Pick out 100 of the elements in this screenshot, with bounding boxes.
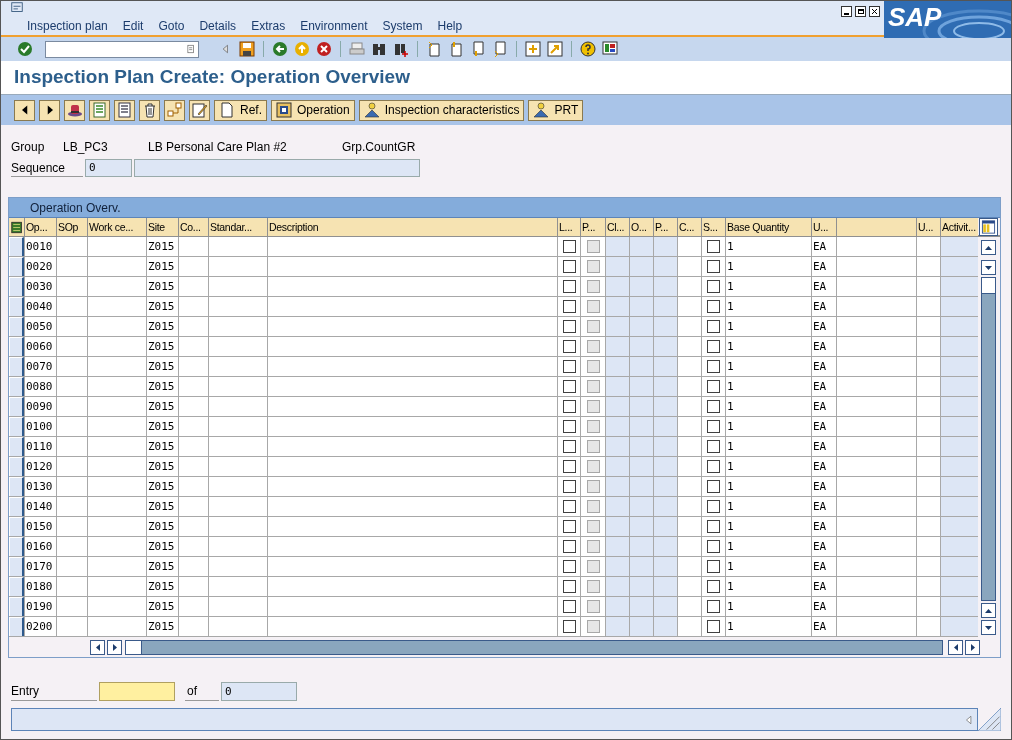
checkbox[interactable] (707, 280, 720, 293)
toolbar-button[interactable]: Inspection characteristics (358, 99, 525, 121)
toolbar-button[interactable] (139, 99, 160, 121)
checkbox[interactable] (562, 580, 576, 593)
scroll-left-button[interactable] (90, 639, 105, 655)
checkbox[interactable] (707, 300, 720, 313)
row-selector[interactable] (9, 577, 24, 596)
row-selector[interactable] (9, 457, 24, 476)
select-all-button[interactable] (9, 218, 24, 236)
row-selector[interactable] (9, 597, 24, 616)
scroll-down-button[interactable] (981, 260, 996, 275)
checkbox[interactable] (562, 620, 576, 633)
checkbox[interactable] (562, 500, 576, 513)
checkbox[interactable] (562, 300, 576, 313)
checkbox[interactable] (562, 560, 576, 573)
scroll-right-button[interactable] (107, 639, 122, 655)
menu-item[interactable]: Edit (122, 17, 144, 35)
column-header[interactable]: Cl... (605, 218, 629, 236)
checkbox[interactable] (707, 440, 720, 453)
row-selector[interactable] (9, 437, 24, 456)
entry-field[interactable] (99, 682, 175, 701)
column-header[interactable]: SOp (56, 218, 87, 236)
column-header[interactable]: Work ce... (87, 218, 146, 236)
checkbox[interactable] (707, 540, 720, 553)
vertical-scrollbar[interactable] (979, 237, 998, 637)
column-header[interactable]: Standar... (208, 218, 267, 236)
checkbox[interactable] (562, 540, 576, 553)
save-button[interactable] (237, 39, 257, 59)
checkbox[interactable] (707, 400, 720, 413)
toolbar-button[interactable] (14, 99, 35, 121)
scroll-up-button[interactable] (981, 603, 996, 618)
new-session-button[interactable] (523, 39, 543, 59)
checkbox[interactable] (562, 280, 576, 293)
checkbox[interactable] (707, 340, 720, 353)
column-header[interactable]: Activit... (940, 218, 978, 236)
toolbar-button[interactable]: PRT (528, 99, 584, 121)
menu-item[interactable]: Inspection plan (27, 17, 108, 35)
command-field[interactable] (45, 40, 199, 58)
scroll-left-button[interactable] (948, 639, 963, 655)
help-button[interactable] (578, 39, 598, 59)
row-selector[interactable] (9, 377, 24, 396)
checkbox[interactable] (562, 260, 576, 273)
back-button[interactable] (270, 39, 290, 59)
horizontal-scrollbar[interactable] (125, 639, 943, 655)
toolbar-button[interactable]: Operation (271, 99, 355, 121)
checkbox[interactable] (562, 600, 576, 613)
menu-item[interactable]: Environment (300, 17, 368, 35)
row-selector[interactable] (9, 317, 24, 336)
checkbox[interactable] (707, 240, 720, 253)
scroll-down-button[interactable] (981, 620, 996, 635)
shortcut-button[interactable] (545, 39, 565, 59)
checkbox[interactable] (707, 360, 720, 373)
checkbox[interactable] (707, 420, 720, 433)
column-header[interactable]: L... (557, 218, 580, 236)
checkbox[interactable] (707, 500, 720, 513)
row-selector[interactable] (9, 617, 24, 636)
column-settings-button[interactable] (979, 218, 998, 236)
row-selector[interactable] (9, 357, 24, 376)
checkbox[interactable] (707, 480, 720, 493)
checkbox[interactable] (707, 460, 720, 473)
column-header[interactable]: Site (146, 218, 178, 236)
enter-button[interactable] (15, 39, 35, 59)
column-header[interactable]: C... (677, 218, 701, 236)
row-selector[interactable] (9, 397, 24, 416)
row-selector[interactable] (9, 337, 24, 356)
checkbox[interactable] (707, 580, 720, 593)
checkbox[interactable] (562, 440, 576, 453)
column-header[interactable]: Co... (178, 218, 208, 236)
checkbox[interactable] (707, 560, 720, 573)
checkbox[interactable] (562, 460, 576, 473)
row-selector[interactable] (9, 557, 24, 576)
checkbox[interactable] (562, 240, 576, 253)
checkbox[interactable] (562, 320, 576, 333)
row-selector[interactable] (9, 297, 24, 316)
row-selector[interactable] (9, 257, 24, 276)
column-header[interactable]: U... (916, 218, 940, 236)
row-selector[interactable] (9, 497, 24, 516)
row-selector[interactable] (9, 237, 24, 256)
checkbox[interactable] (562, 400, 576, 413)
checkbox[interactable] (562, 360, 576, 373)
column-header[interactable]: Op... (24, 218, 56, 236)
row-selector[interactable] (9, 277, 24, 296)
checkbox[interactable] (707, 600, 720, 613)
menu-item[interactable]: Goto (158, 17, 185, 35)
menu-item[interactable]: System (382, 17, 423, 35)
row-selector[interactable] (9, 417, 24, 436)
column-header[interactable]: U... (811, 218, 836, 236)
column-header[interactable]: O... (629, 218, 653, 236)
maximize-button[interactable] (855, 6, 866, 17)
checkbox[interactable] (707, 380, 720, 393)
menu-item[interactable]: Extras (251, 17, 286, 35)
column-header[interactable]: Base Quantity (725, 218, 811, 236)
toolbar-button[interactable]: Ref. (214, 99, 267, 121)
checkbox[interactable] (707, 520, 720, 533)
scroll-thumb[interactable] (982, 278, 995, 294)
checkbox[interactable] (707, 620, 720, 633)
column-header[interactable]: Description (267, 218, 557, 236)
scroll-up-button[interactable] (981, 240, 996, 255)
column-header[interactable]: S... (701, 218, 725, 236)
scroll-right-button[interactable] (965, 639, 980, 655)
